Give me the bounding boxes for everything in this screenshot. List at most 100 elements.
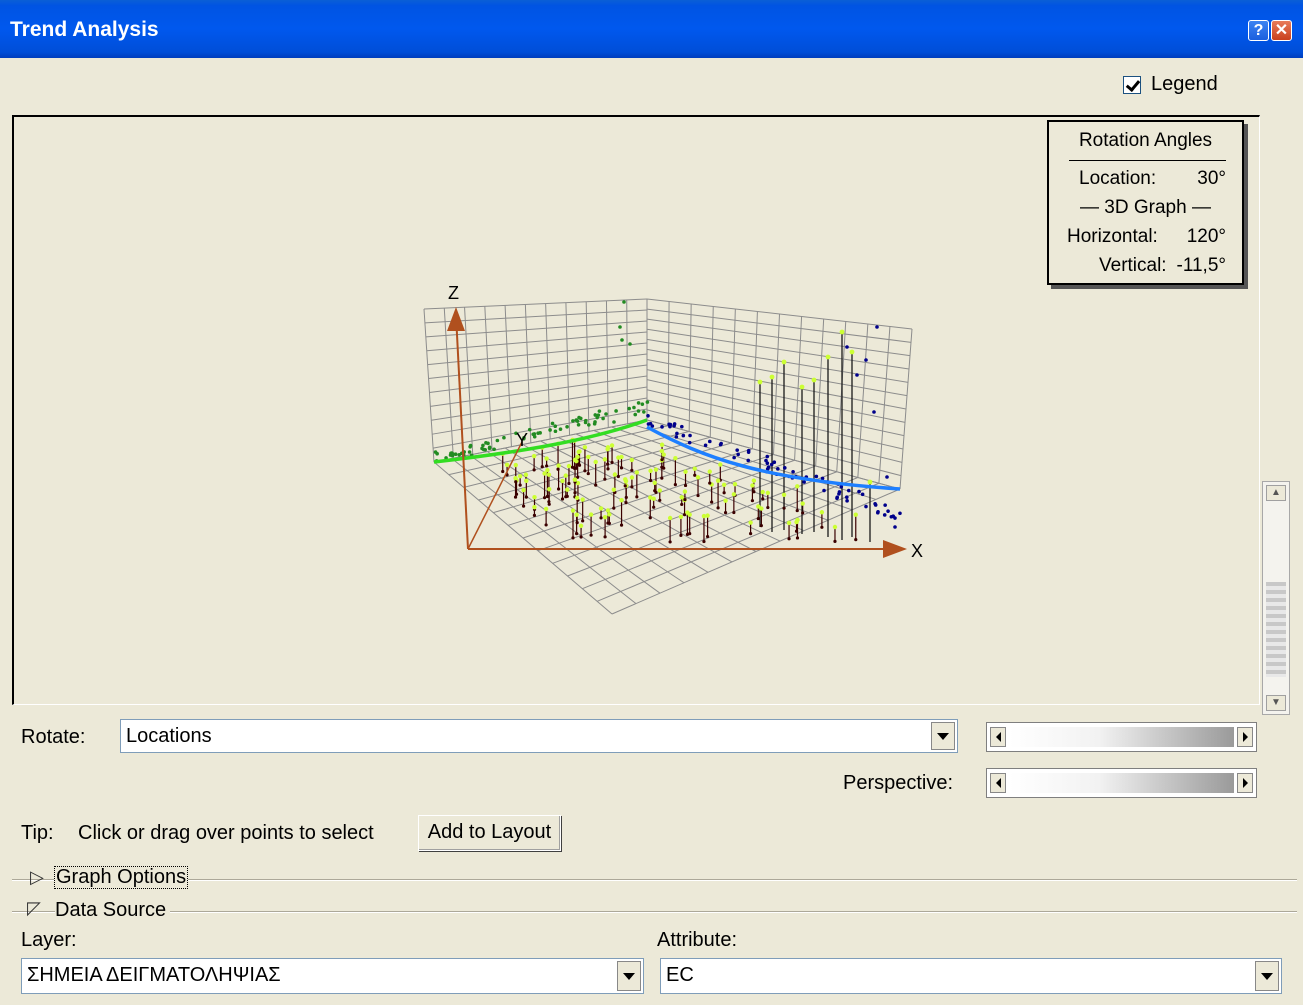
data-point [672, 422, 677, 426]
data-point [875, 325, 879, 329]
grid-line [423, 308, 435, 463]
graph-options-toggle[interactable]: Graph Options [54, 866, 189, 889]
data-point [611, 487, 616, 492]
data-point [580, 497, 585, 502]
graph-options-divider [12, 879, 1297, 881]
z-axis-line [455, 314, 469, 550]
rotation-divider [1069, 160, 1226, 161]
data-point [653, 467, 659, 472]
layer-dropdown[interactable]: ΣΗΜΕΙΑ ΔΕΙΓΜΑΤΟΛΗΨΙΑΣ [21, 958, 644, 994]
data-point [668, 422, 673, 427]
data-point [748, 520, 753, 525]
arrow-right-icon[interactable] [1237, 773, 1253, 793]
data-point [635, 495, 639, 499]
data-point [837, 490, 842, 494]
data-point [642, 410, 646, 414]
data-point [566, 463, 572, 469]
grid-line [427, 342, 648, 366]
data-point [795, 517, 800, 523]
slider-up-arrow[interactable]: ▲ [1266, 485, 1286, 501]
grid-line [565, 302, 571, 436]
data-point [795, 508, 799, 513]
vertical-label: Vertical: [1099, 255, 1167, 276]
arrow-right-icon[interactable] [1237, 727, 1253, 747]
arrow-left-icon[interactable] [990, 773, 1006, 793]
data-point [633, 412, 638, 417]
data-point [718, 462, 723, 467]
attribute-label: Attribute: [657, 929, 738, 951]
data-point [521, 487, 526, 493]
expand-arrow-icon[interactable]: ▷ [30, 867, 44, 888]
data-point [833, 539, 837, 544]
data-point [854, 537, 858, 542]
slider-track[interactable] [1009, 773, 1234, 793]
data-point [531, 453, 537, 459]
data-point [630, 485, 634, 489]
data-point [757, 379, 763, 385]
data-point [492, 447, 496, 452]
data-point [517, 473, 523, 479]
y-axis-label: Y [516, 430, 528, 450]
legend-checkbox[interactable] [1123, 75, 1141, 94]
data-point [659, 442, 665, 447]
data-point [544, 456, 549, 461]
data-point [606, 462, 610, 466]
data-point [867, 479, 873, 485]
x-axis-arrow-icon [883, 540, 907, 558]
help-button[interactable]: ? [1248, 20, 1269, 41]
data-point [648, 516, 652, 520]
data-point [628, 342, 632, 346]
data-point [579, 535, 583, 539]
data-source-toggle[interactable]: Data Source [55, 899, 171, 922]
data-point [872, 410, 876, 414]
data-point [624, 501, 628, 505]
data-point [623, 484, 627, 488]
arrow-left-icon[interactable] [990, 727, 1006, 747]
data-point [619, 498, 624, 503]
data-point [820, 525, 824, 529]
data-point [759, 524, 763, 528]
data-point [513, 475, 518, 481]
data-point [586, 471, 590, 476]
data-point [751, 478, 757, 483]
chevron-down-icon[interactable] [617, 961, 641, 991]
slider-thumb[interactable] [1266, 582, 1286, 677]
chevron-down-icon[interactable] [1255, 961, 1279, 991]
data-point [764, 458, 768, 463]
data-point [570, 465, 575, 469]
data-point [687, 440, 692, 445]
data-point [612, 472, 618, 477]
chevron-down-icon[interactable] [931, 722, 955, 750]
data-point [860, 492, 865, 497]
data-point [567, 481, 571, 486]
data-point [752, 490, 756, 494]
data-point [658, 498, 662, 502]
close-button[interactable]: ✕ [1271, 20, 1292, 41]
slider-down-arrow[interactable]: ▼ [1266, 695, 1286, 711]
data-point [657, 488, 662, 493]
data-point [609, 443, 615, 448]
layer-label: Layer: [21, 929, 77, 951]
add-to-layout-button[interactable]: Add to Layout [418, 815, 561, 851]
data-point [605, 508, 611, 513]
data-point [660, 425, 664, 429]
vertical-rotation-slider[interactable]: ▲ ▼ [1262, 481, 1290, 715]
perspective-slider[interactable] [986, 768, 1257, 798]
collapse-arrow-icon[interactable]: ◸ [27, 898, 41, 919]
data-point [732, 455, 736, 460]
data-point [795, 484, 800, 489]
vertical-value: -11,5° [1176, 255, 1227, 276]
data-point [524, 495, 528, 499]
data-point [693, 473, 697, 477]
data-point [898, 511, 902, 516]
data-point [876, 509, 880, 514]
rotate-dropdown[interactable]: Locations [120, 719, 958, 753]
rotate-slider[interactable] [986, 722, 1257, 752]
data-point [624, 495, 628, 500]
slider-track[interactable] [1009, 727, 1234, 747]
data-point [578, 523, 584, 529]
data-point [603, 477, 607, 481]
legend-toggle[interactable]: Legend [1123, 73, 1218, 96]
data-point [547, 486, 552, 492]
attribute-dropdown[interactable]: EC [660, 958, 1282, 994]
